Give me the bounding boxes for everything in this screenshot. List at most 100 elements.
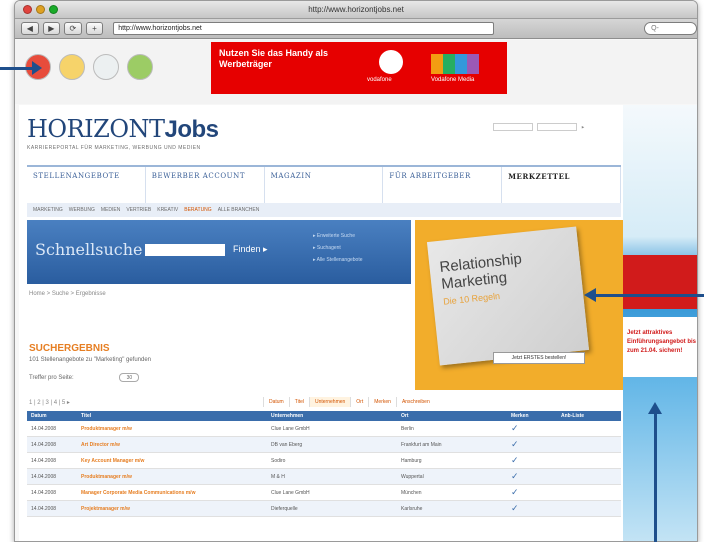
login-arrow-icon[interactable]: ▸ — [582, 124, 585, 130]
cell-title[interactable]: Key Account Manager m/w — [77, 452, 267, 469]
cell-title[interactable]: Manager Corporate Media Communications m… — [77, 484, 267, 501]
ad-headline: Nutzen Sie das Handy als Werbeträger — [219, 48, 329, 69]
window-controls — [23, 5, 58, 14]
subnav-item[interactable]: MARKETING — [33, 207, 63, 213]
column-header[interactable]: Anb-Liste — [557, 411, 621, 421]
cell-bookmark[interactable]: ✓ — [507, 500, 557, 517]
back-button[interactable]: ◀ — [21, 22, 39, 35]
column-header[interactable]: Ort — [397, 411, 507, 421]
arrow-head-icon — [648, 402, 662, 414]
subnav-item[interactable]: MEDIEN — [101, 207, 120, 213]
pagination[interactable]: 1 | 2 | 3 | 4 | 5 ▸ — [29, 399, 70, 406]
sidebar-ad[interactable]: Jetzt attraktives Einführungsangebot bis… — [623, 105, 697, 541]
sort-tab[interactable]: Anschreiben — [395, 397, 435, 407]
top-ad-banner[interactable]: Nutzen Sie das Handy als Werbeträger vod… — [15, 40, 697, 104]
per-page-control: Treffer pro Seite: 30 — [29, 373, 140, 382]
per-page-label: Treffer pro Seite: — [29, 375, 74, 381]
all-jobs-link[interactable]: ▸ Alle Stellenangebote — [313, 254, 363, 266]
table-row[interactable]: 14.04.2008 Produktmanager m/w Clue Lane Gm… — [27, 421, 621, 437]
character-icon — [59, 54, 85, 80]
cell-location: Berlin — [397, 421, 507, 437]
sort-tab[interactable]: Merken — [368, 397, 396, 407]
cell-bookmark[interactable]: ✓ — [507, 484, 557, 501]
cell-title[interactable]: Produktmanager m/w — [77, 421, 267, 437]
cell-location: Frankfurt am Main — [397, 436, 507, 453]
browser-window: http://www.horizontjobs.net ◀ ▶ ⟳ + http… — [14, 0, 698, 542]
cell-date: 14.04.2008 — [27, 500, 77, 517]
table-row[interactable]: 14.04.2008 Produktmanager m/w M & H Wuppert… — [27, 468, 621, 485]
cell-location: Hamburg — [397, 452, 507, 469]
breadcrumb[interactable]: Home > Suche > Ergebnisse — [29, 291, 106, 297]
column-header[interactable]: Titel — [77, 411, 267, 421]
reload-button[interactable]: ⟳ — [64, 22, 82, 35]
nav-item-magazin[interactable]: MAGAZIN — [265, 167, 384, 203]
cell-list — [557, 421, 621, 437]
nav-item-bewerber-account[interactable]: BEWERBER ACCOUNT — [146, 167, 265, 203]
ad-brand: vodafone — [367, 77, 392, 83]
username-field[interactable] — [493, 123, 533, 131]
sort-tab[interactable]: Unternehmen — [309, 397, 351, 407]
vodafone-logo-icon — [379, 50, 403, 74]
cell-bookmark[interactable]: ✓ — [507, 436, 557, 453]
cell-list — [557, 436, 621, 453]
cell-title[interactable]: Produktmanager m/w — [77, 468, 267, 485]
sort-tab[interactable]: Ort — [350, 397, 368, 407]
subnav-item[interactable]: ALLE BRANCHEN — [218, 207, 260, 213]
cell-date: 14.04.2008 — [27, 484, 77, 501]
subnav-item[interactable]: VERTRIEB — [126, 207, 151, 213]
zoom-window-button[interactable] — [49, 5, 58, 14]
ad-mosaic-image — [431, 54, 479, 74]
table-row[interactable]: 14.04.2008 Projektmanager m/w Dieferquelle… — [27, 500, 621, 517]
add-bookmark-button[interactable]: + — [85, 22, 104, 35]
character-icon — [93, 54, 119, 80]
cell-bookmark[interactable]: ✓ — [507, 421, 557, 437]
table-row[interactable]: 14.04.2008 Key Account Manager m/w Sodiro H… — [27, 452, 621, 469]
column-header[interactable]: Unternehmen — [267, 411, 397, 421]
quick-search-button[interactable]: Finden ▸ — [233, 244, 268, 255]
vodafone-ad[interactable]: Nutzen Sie das Handy als Werbeträger vod… — [211, 42, 507, 94]
ad-brand-secondary: Vodafone Media — [431, 77, 475, 83]
address-bar[interactable]: http://www.horizontjobs.net — [113, 22, 495, 35]
forward-button[interactable]: ▶ — [42, 22, 61, 35]
cell-location: Karlsruhe — [397, 500, 507, 517]
cell-title[interactable]: Art Director m/w — [77, 436, 267, 453]
quick-search-title: Schnellsuche — [35, 240, 143, 259]
quick-search-links: ▸ Erweiterte Suche ▸ Suchagent ▸ Alle St… — [313, 230, 363, 266]
advanced-search-link[interactable]: ▸ Erweiterte Suche — [313, 230, 363, 242]
cell-bookmark[interactable]: ✓ — [507, 452, 557, 469]
main-nav: STELLENANGEBOTE BEWERBER ACCOUNT MAGAZIN… — [27, 165, 621, 203]
web-page: HORIZONTJobs KARRIEREPORTAL FÜR MARKETIN… — [19, 105, 623, 541]
sub-nav: MARKETING WERBUNG MEDIEN VERTRIEB KREATI… — [27, 203, 621, 217]
column-header[interactable]: Datum — [27, 411, 77, 421]
table-row[interactable]: 14.04.2008 Manager Corporate Media Commun… — [27, 484, 621, 501]
minimize-window-button[interactable] — [36, 5, 45, 14]
quick-search-input[interactable] — [145, 244, 225, 256]
subnav-item[interactable]: BERATUNG — [184, 207, 211, 213]
search-agent-link[interactable]: ▸ Suchagent — [313, 242, 363, 254]
site-logo[interactable]: HORIZONTJobs — [27, 115, 219, 144]
sort-tab[interactable]: Titel — [288, 397, 309, 407]
subnav-item[interactable]: KREATIV — [157, 207, 178, 213]
per-page-select[interactable]: 30 — [119, 373, 140, 382]
nav-item-arbeitgeber[interactable]: FÜR ARBEITGEBER — [383, 167, 503, 203]
book-promo-ad[interactable]: Relationship Marketing Die 10 Regeln Jet… — [415, 220, 623, 390]
nav-item-merkzettel[interactable]: MERKZETTEL — [502, 167, 621, 203]
sidebar-ad-card-image — [623, 255, 697, 309]
arrow-head-icon — [584, 288, 596, 302]
nav-item-stellenangebote[interactable]: STELLENANGEBOTE — [27, 167, 146, 203]
order-book-button[interactable]: Jetzt ERSTES bestellen! — [493, 352, 585, 364]
browser-toolbar: ◀ ▶ ⟳ + http://www.horizontjobs.net Q- — [15, 19, 697, 39]
arrow-head-icon — [32, 61, 42, 75]
password-field[interactable] — [537, 123, 578, 131]
column-header[interactable]: Merken — [507, 411, 557, 421]
close-window-button[interactable] — [23, 5, 32, 14]
table-row[interactable]: 14.04.2008 Art Director m/w DB van Eberg Fr… — [27, 436, 621, 453]
arrow-to-sidebar-ad — [654, 414, 657, 542]
cell-list — [557, 468, 621, 485]
cell-bookmark[interactable]: ✓ — [507, 468, 557, 485]
cell-date: 14.04.2008 — [27, 468, 77, 485]
cell-title[interactable]: Projektmanager m/w — [77, 500, 267, 517]
subnav-item[interactable]: WERBUNG — [69, 207, 95, 213]
search-field[interactable]: Q- — [644, 22, 697, 35]
sort-tab[interactable]: Datum — [263, 397, 289, 407]
